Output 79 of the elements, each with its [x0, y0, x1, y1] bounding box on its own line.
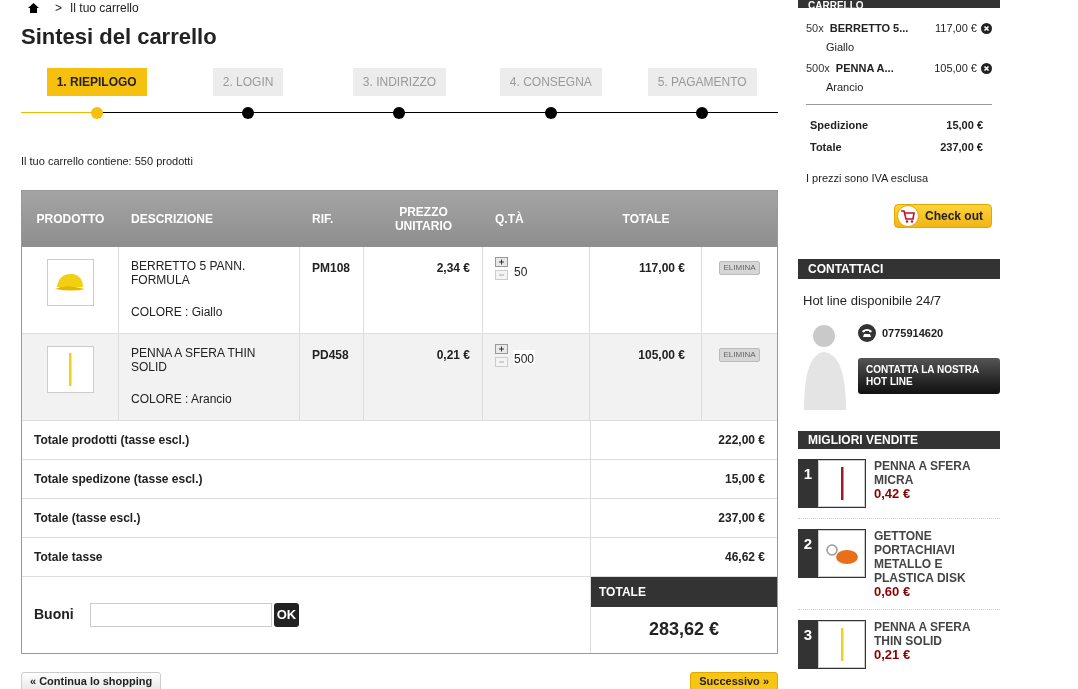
unit-price: 0,21 € — [436, 347, 470, 362]
column-header: Q.TÀ — [494, 211, 525, 226]
column-header: RIF. — [311, 211, 335, 226]
rank-number: 1 — [802, 464, 814, 484]
cart-item-name: PENNA A... — [835, 61, 895, 76]
grand-total-value: 283,62 € — [647, 618, 721, 641]
vat-note: I prezzi sono IVA esclusa — [805, 171, 930, 186]
plus-icon[interactable] — [495, 256, 508, 267]
bestseller-name[interactable]: PENNA A SFERA THIN SOLID — [874, 620, 1000, 648]
next-button[interactable]: Successivo » — [690, 671, 778, 689]
column-header: PRODOTTO — [35, 211, 106, 226]
totals-label: Totale tasse — [33, 548, 104, 566]
totals-label: Totale spedizone (tasse escl.) — [33, 470, 204, 488]
bestsellers-header: MIGLIORI VENDITE — [798, 431, 1000, 449]
keychain-image — [823, 541, 860, 566]
product-color: COLORE : Arancio — [131, 390, 233, 408]
totals-value: 46,62 € — [590, 537, 777, 576]
breadcrumb-current: Il tuo carrello — [70, 0, 139, 17]
summary-value: 15,00 € — [946, 118, 983, 133]
contact-header: CONTATTACI — [798, 259, 1000, 279]
totals-value: 222,00 € — [590, 420, 777, 459]
pen-image — [67, 352, 73, 386]
summary-label: Totale — [810, 140, 842, 156]
voucher-label: Buoni — [34, 605, 74, 624]
bestseller-price: 0,21 € — [874, 648, 912, 662]
product-ref: PD458 — [312, 347, 349, 362]
checkout-step-tab[interactable]: 1. RIEPILOGO — [46, 68, 147, 96]
cart-item-qty: 50x — [806, 21, 824, 36]
hotline-text: Hot line disponibile 24/7 — [802, 291, 943, 310]
voucher-input[interactable] — [89, 602, 272, 627]
ok-button[interactable]: OK — [273, 602, 300, 627]
grand-total-header: TOTALE — [591, 576, 777, 607]
column-header: PREZZO UNITARIO — [393, 204, 454, 233]
page-title: Sintesi del carrello — [21, 24, 218, 50]
rank-number: 3 — [802, 625, 814, 645]
cart-item-qty: 500x — [806, 61, 830, 76]
phone-number: 0775914620 — [882, 325, 944, 341]
remove-icon[interactable] — [981, 62, 992, 74]
bestseller-card[interactable]: 2 — [798, 529, 866, 578]
plus-icon[interactable] — [495, 343, 508, 354]
bestseller-price: 0,42 € — [874, 487, 912, 501]
product-color: COLORE : Giallo — [131, 303, 224, 321]
totals-label: Totale prodotti (tasse escl.) — [33, 431, 191, 449]
summary-value: 237,00 € — [940, 140, 983, 156]
product-name: PENNA A SFERA THIN SOLID — [131, 345, 257, 374]
contact-hotline-button[interactable]: CONTATTA LA NOSTRA HOT LINE — [858, 358, 1000, 394]
bestseller-price: 0,60 € — [874, 585, 912, 599]
cart-item-variant: Arancio — [825, 80, 865, 96]
product-name: BERRETTO 5 PANN. FORMULA — [131, 258, 247, 287]
continue-shopping-button[interactable]: « Continua lo shopping — [21, 671, 162, 689]
bestseller-name[interactable]: PENNA A SFERA MICRA — [874, 459, 1000, 487]
checkout-button[interactable]: Check out — [894, 204, 992, 229]
column-header: DESCRIZIONE — [130, 211, 214, 226]
line-total: 105,00 € — [638, 347, 685, 362]
bestseller-name[interactable]: GETTONE PORTACHIAVI METALLO E PLASTICA DISK — [874, 529, 1000, 585]
cart-item-price: 105,00 € — [934, 61, 977, 76]
rank-number: 2 — [802, 534, 814, 554]
cart-count-text: Il tuo carrello contiene: 550 prodotti — [21, 154, 194, 169]
cart-item-name: BERRETTO 5... — [829, 21, 910, 36]
cart-icon — [897, 205, 919, 228]
home-icon[interactable] — [28, 3, 39, 13]
quantity-value[interactable]: 500 — [513, 349, 536, 364]
cart-item-variant: Giallo — [825, 40, 856, 56]
line-total: 117,00 € — [638, 260, 685, 275]
totals-label: Totale (tasse escl.) — [33, 509, 142, 527]
unit-price: 2,34 € — [436, 260, 470, 275]
column-header: TOTALE — [621, 211, 671, 226]
totals-value: 237,00 € — [590, 498, 777, 537]
delete-button[interactable]: ELIMINA — [719, 347, 760, 362]
breadcrumb-separator: > — [55, 0, 62, 17]
cart-item-price: 117,00 € — [935, 21, 977, 36]
totals-value: 15,00 € — [590, 459, 777, 498]
phone-icon — [858, 324, 876, 342]
summary-label: Spedizione — [810, 118, 869, 133]
bestseller-card[interactable]: 3 — [798, 620, 866, 669]
product-ref: PM108 — [312, 260, 351, 275]
bestseller-card[interactable]: 1 — [798, 459, 866, 508]
delete-button[interactable]: ELIMINA — [719, 260, 760, 275]
remove-icon[interactable] — [981, 22, 992, 34]
